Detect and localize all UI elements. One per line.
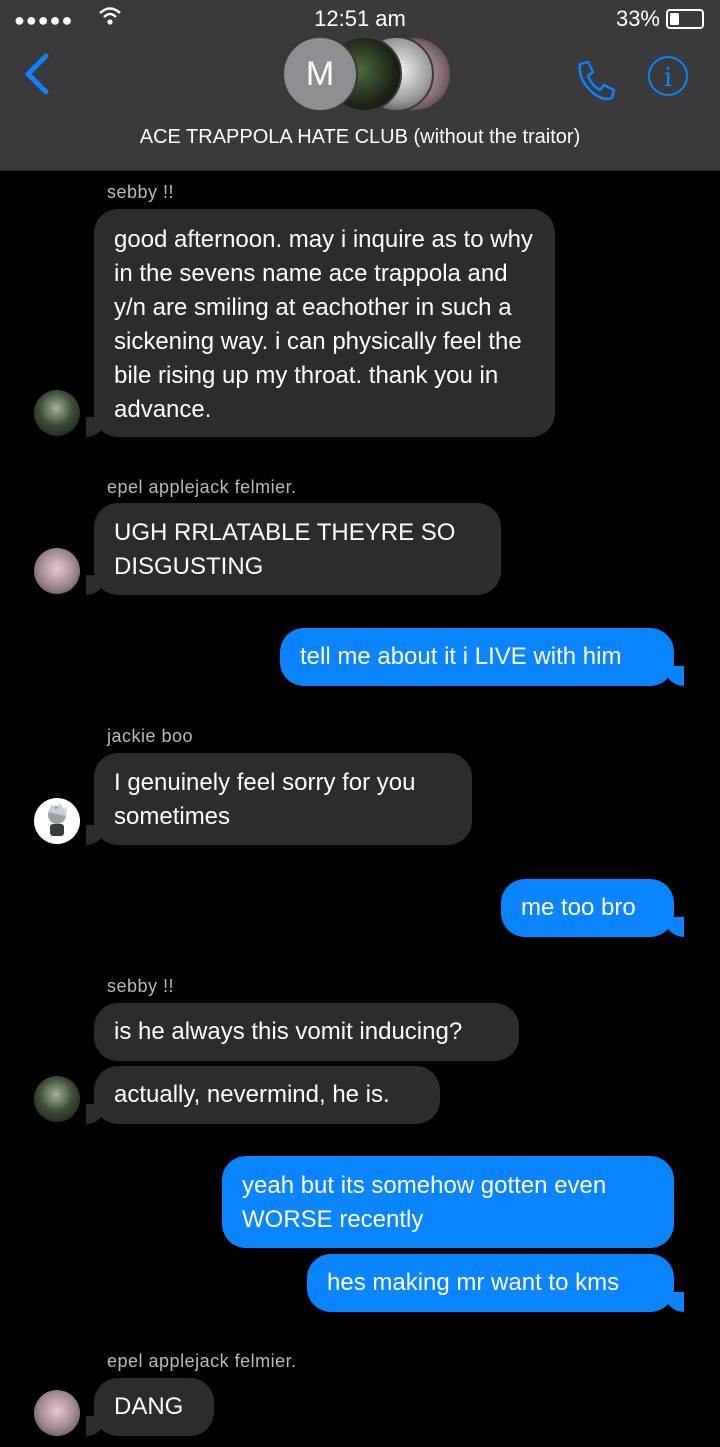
bubble-tail (86, 1104, 106, 1124)
info-icon[interactable]: i (648, 56, 688, 96)
message-bubble-outgoing[interactable]: yeah but its somehow gotten even WORSE r… (222, 1156, 674, 1248)
group-avatar-initial: M (282, 36, 358, 112)
message-bubble-outgoing[interactable]: hes making mr want to kms (307, 1254, 674, 1312)
sender-name: epel applejack felmier. (107, 1351, 297, 1371)
bubble-tail (86, 825, 106, 845)
sender-name: sebby !! (107, 976, 175, 996)
bubble-tail (664, 1292, 684, 1312)
message-bubble-outgoing[interactable]: me too bro (501, 879, 674, 937)
battery-icon (666, 9, 704, 29)
back-chevron-icon[interactable] (22, 52, 52, 101)
clock: 12:51 am (314, 6, 406, 31)
bubble-tail (86, 417, 106, 437)
message-bubble-incoming[interactable]: I genuinely feel sorry for you sometimes (94, 753, 472, 845)
bubble-tail (86, 575, 106, 595)
message-bubble-incoming[interactable]: is he always this vomit inducing? (94, 1003, 519, 1061)
bubble-tail (664, 666, 684, 686)
message-bubble-incoming[interactable]: good afternoon. may i inquire as to why … (94, 209, 555, 437)
battery-percent: 33% (615, 6, 660, 31)
bubble-tail (664, 917, 684, 937)
message-bubble-outgoing[interactable]: tell me about it i LIVE with him (280, 628, 674, 686)
sender-name: sebby !! (107, 182, 175, 202)
avatar-jackie[interactable] (34, 798, 80, 844)
message-bubble-incoming[interactable]: actually, nevermind, he is. (94, 1066, 440, 1124)
phone-icon[interactable] (572, 58, 618, 109)
message-bubble-incoming[interactable]: UGH RRLATABLE THEYRE SO DISGUSTING (94, 503, 501, 595)
avatar-epel[interactable] (34, 548, 80, 594)
bubble-tail (86, 1416, 106, 1436)
conversation-title[interactable]: ACE TRAPPOLA HATE CLUB (without the trai… (0, 126, 720, 149)
battery-indicator: 33% (616, 6, 704, 32)
group-avatars[interactable]: M (282, 36, 452, 112)
avatar-epel[interactable] (34, 1390, 80, 1436)
message-bubble-incoming[interactable]: DANG (94, 1378, 214, 1436)
sender-name: jackie boo (107, 726, 194, 746)
avatar-sebby[interactable] (34, 390, 80, 436)
conversation-header: ●●●●● 12:51 am 33% M i ACE TRAPPOLA HATE… (0, 0, 720, 171)
sender-name: epel applejack felmier. (107, 477, 297, 497)
avatar-sebby[interactable] (34, 1076, 80, 1122)
